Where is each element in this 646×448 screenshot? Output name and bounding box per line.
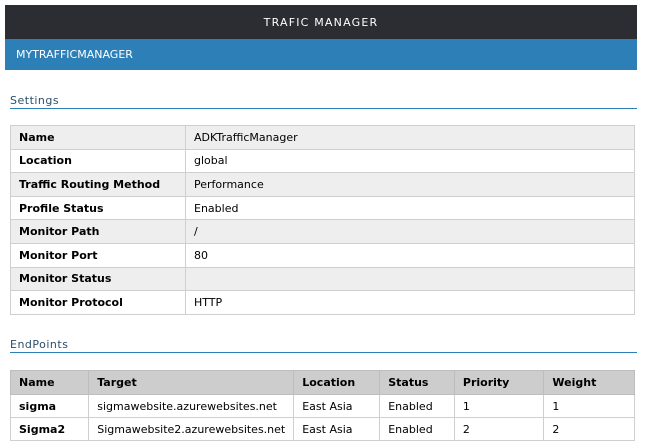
settings-key: Traffic Routing Method: [10, 172, 186, 197]
settings-key: Location: [10, 148, 186, 174]
endpoint-target: Sigmawebsite2.azurewebsites.net: [88, 417, 295, 441]
settings-key: Monitor Port: [10, 242, 186, 268]
settings-section-title: Settings: [10, 94, 637, 109]
settings-row-location: Location global: [10, 148, 635, 174]
settings-row-monitor-status: Monitor Status: [10, 266, 635, 292]
column-header-location: Location: [293, 370, 381, 395]
column-header-target: Target: [88, 370, 295, 395]
column-header-status: Status: [379, 370, 455, 395]
column-header-name: Name: [9, 370, 90, 395]
endpoint-row[interactable]: Sigma2 Sigmawebsite2.azurewebsites.net E…: [9, 417, 635, 441]
endpoint-location: East Asia: [293, 394, 381, 418]
settings-value: 80: [185, 242, 635, 268]
endpoint-row[interactable]: sigma sigmawebsite.azurewebsites.net Eas…: [9, 394, 635, 418]
settings-row-monitor-protocol: Monitor Protocol HTTP: [10, 290, 635, 315]
settings-value: [185, 266, 635, 292]
column-header-weight: Weight: [543, 370, 635, 395]
profile-title-bar: MYTRAFFICMANAGER: [5, 39, 637, 70]
endpoint-weight: 2: [543, 417, 635, 441]
profile-title: MYTRAFFICMANAGER: [16, 48, 133, 61]
settings-key: Name: [10, 125, 186, 150]
endpoint-priority: 2: [453, 417, 545, 441]
endpoints-table: Name Target Location Status Priority Wei…: [9, 370, 635, 441]
app-header: TRAFIC MANAGER: [5, 5, 637, 39]
column-header-priority: Priority: [453, 370, 545, 395]
endpoint-target: sigmawebsite.azurewebsites.net: [88, 394, 295, 418]
settings-value: global: [185, 148, 635, 174]
settings-row-routing-method: Traffic Routing Method Performance: [10, 172, 635, 197]
settings-value: /: [185, 219, 635, 244]
settings-row-profile-status: Profile Status Enabled: [10, 195, 635, 221]
settings-value: HTTP: [185, 290, 635, 315]
endpoint-status: Enabled: [379, 417, 455, 441]
settings-key: Profile Status: [10, 195, 186, 221]
settings-table: Name ADKTrafficManager Location global T…: [10, 125, 635, 315]
endpoint-name: sigma: [9, 394, 90, 418]
page: TRAFIC MANAGER MYTRAFFICMANAGER Settings…: [0, 0, 646, 448]
endpoint-priority: 1: [453, 394, 545, 418]
settings-key: Monitor Path: [10, 219, 186, 244]
settings-value: ADKTrafficManager: [185, 125, 635, 150]
endpoint-location: East Asia: [293, 417, 381, 441]
endpoint-weight: 1: [543, 394, 635, 418]
settings-value: Enabled: [185, 195, 635, 221]
settings-row-name: Name ADKTrafficManager: [10, 125, 635, 150]
settings-value: Performance: [185, 172, 635, 197]
settings-key: Monitor Status: [10, 266, 186, 292]
settings-row-monitor-port: Monitor Port 80: [10, 242, 635, 268]
endpoints-header-row: Name Target Location Status Priority Wei…: [9, 370, 635, 395]
app-title: TRAFIC MANAGER: [263, 15, 379, 29]
settings-key: Monitor Protocol: [10, 290, 186, 315]
endpoint-status: Enabled: [379, 394, 455, 418]
endpoints-section-title: EndPoints: [10, 338, 637, 353]
endpoint-name: Sigma2: [9, 417, 90, 441]
settings-row-monitor-path: Monitor Path /: [10, 219, 635, 244]
